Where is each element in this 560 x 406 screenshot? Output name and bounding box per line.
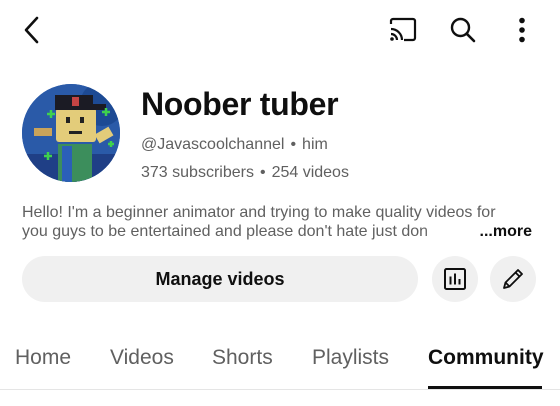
analytics-button[interactable] bbox=[432, 256, 478, 302]
search-icon bbox=[450, 17, 476, 43]
pencil-icon bbox=[503, 269, 523, 289]
tab-playlists[interactable]: Playlists bbox=[312, 336, 389, 390]
tab-shorts[interactable]: Shorts bbox=[212, 336, 273, 390]
tab-videos[interactable]: Videos bbox=[110, 336, 174, 390]
channel-stats-row: 373 subscribers • 254 videos bbox=[141, 164, 349, 182]
cast-button[interactable] bbox=[383, 12, 423, 48]
channel-pronouns: him bbox=[302, 136, 328, 153]
channel-avatar[interactable] bbox=[22, 84, 120, 182]
description-line: Hello! I'm a beginner animator and tryin… bbox=[22, 204, 496, 221]
more-vert-icon bbox=[519, 17, 525, 43]
avatar-image bbox=[22, 84, 120, 182]
search-button[interactable] bbox=[444, 12, 482, 48]
description-line: you guys to be entertained and please do… bbox=[22, 223, 429, 240]
separator-dot: • bbox=[259, 164, 266, 181]
tabs-divider bbox=[0, 389, 560, 390]
analytics-icon bbox=[444, 268, 466, 290]
video-count: 254 videos bbox=[271, 164, 349, 181]
cast-icon bbox=[389, 17, 417, 42]
edit-channel-button[interactable] bbox=[490, 256, 536, 302]
channel-tabs: Home Videos Shorts Playlists Community bbox=[0, 336, 560, 390]
manage-videos-button[interactable]: Manage videos bbox=[22, 256, 418, 302]
more-link[interactable]: ...more bbox=[480, 222, 532, 241]
separator-dot: • bbox=[290, 136, 297, 153]
more-options-button[interactable] bbox=[506, 12, 538, 48]
channel-description[interactable]: Hello! I'm a beginner animator and tryin… bbox=[22, 203, 532, 241]
channel-handle: @Javascoolchannel bbox=[141, 136, 285, 153]
tab-community[interactable]: Community bbox=[428, 336, 544, 390]
subscriber-count: 373 subscribers bbox=[141, 164, 254, 181]
tab-home[interactable]: Home bbox=[15, 336, 71, 390]
channel-name: Noober tuber bbox=[141, 86, 339, 122]
back-button[interactable] bbox=[14, 12, 50, 48]
back-arrow-icon bbox=[24, 16, 39, 44]
channel-handle-row: @Javascoolchannel • him bbox=[141, 136, 328, 154]
